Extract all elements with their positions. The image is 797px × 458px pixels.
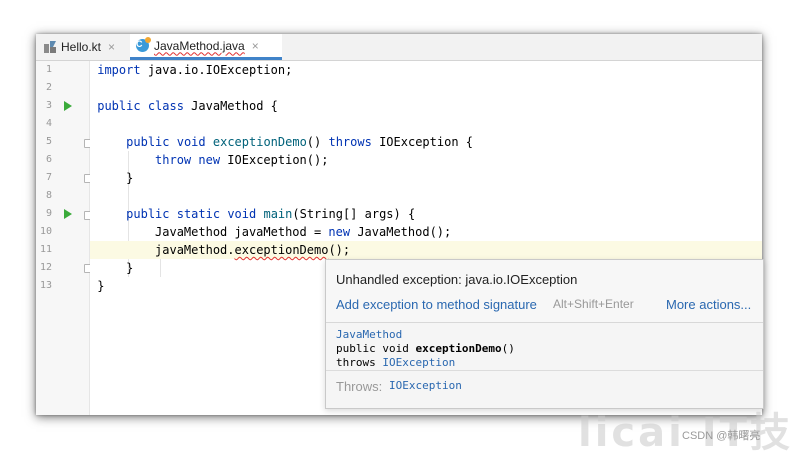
line-number: 9 — [45, 208, 52, 219]
close-icon[interactable]: × — [252, 39, 259, 53]
line-number: 13 — [39, 280, 52, 291]
code-line-3: public class JavaMethod { — [97, 99, 278, 113]
throws-type-link[interactable]: IOException — [389, 379, 462, 392]
divider — [326, 370, 763, 371]
doc-signature: public void exceptionDemo() — [336, 342, 515, 355]
line-number: 1 — [45, 64, 52, 75]
close-icon[interactable]: × — [108, 40, 115, 54]
more-actions-link[interactable]: More actions... — [666, 297, 751, 312]
line-number: 2 — [45, 82, 52, 93]
line-number: 8 — [45, 190, 52, 201]
credit-text: CSDN @韩曙亮 — [682, 430, 761, 442]
line-number: 6 — [45, 154, 52, 165]
java-class-icon: C — [136, 37, 151, 52]
code-line-11-current: javaMethod.exceptionDemo(); — [90, 241, 762, 259]
line-number: 7 — [45, 172, 52, 183]
tab-label: JavaMethod.java — [154, 38, 245, 53]
line-number: 10 — [39, 226, 52, 237]
error-highlight[interactable]: exceptionDemo — [235, 243, 329, 257]
error-message: Unhandled exception: java.io.IOException — [336, 272, 578, 287]
code-line-7: } — [97, 171, 134, 185]
action-shortcut: Alt+Shift+Enter — [553, 297, 634, 311]
run-main-icon[interactable] — [64, 209, 72, 219]
line-number: 5 — [45, 136, 52, 147]
line-number: 3 — [45, 100, 52, 111]
add-exception-action-link[interactable]: Add exception to method signature — [336, 297, 537, 312]
doc-class-link[interactable]: JavaMethod — [336, 328, 402, 341]
code-line-5: public void exceptionDemo() throws IOExc… — [126, 135, 473, 149]
code-line-1: import java.io.IOException; — [97, 63, 293, 77]
quick-doc-panel: JavaMethod public void exceptionDemo() t… — [326, 323, 763, 408]
editor-gutter: 1 2 3 4 5 6 7 8 9 10 11 12 13 — [36, 61, 93, 415]
error-tooltip-popup: Unhandled exception: java.io.IOException… — [325, 259, 764, 409]
code-line-6: throw new IOException(); — [155, 153, 329, 167]
editor-tab-bar: Hello.kt × C JavaMethod.java × — [36, 34, 762, 61]
code-line-9: public static void main(String[] args) { — [126, 207, 416, 221]
tab-label: Hello.kt — [61, 40, 102, 54]
code-line-10: JavaMethod javaMethod = new JavaMethod()… — [97, 225, 452, 239]
line-number: 12 — [39, 262, 52, 273]
tab-javamethod-java[interactable]: C JavaMethod.java × — [130, 34, 282, 60]
run-class-icon[interactable] — [64, 101, 72, 111]
kotlin-file-icon — [44, 41, 56, 53]
doc-throws-clause: throws IOException — [336, 356, 456, 369]
line-number: 4 — [45, 118, 52, 129]
line-number: 11 — [39, 244, 52, 255]
throws-label: Throws: — [336, 379, 383, 394]
tab-hello-kt[interactable]: Hello.kt × — [42, 34, 130, 60]
